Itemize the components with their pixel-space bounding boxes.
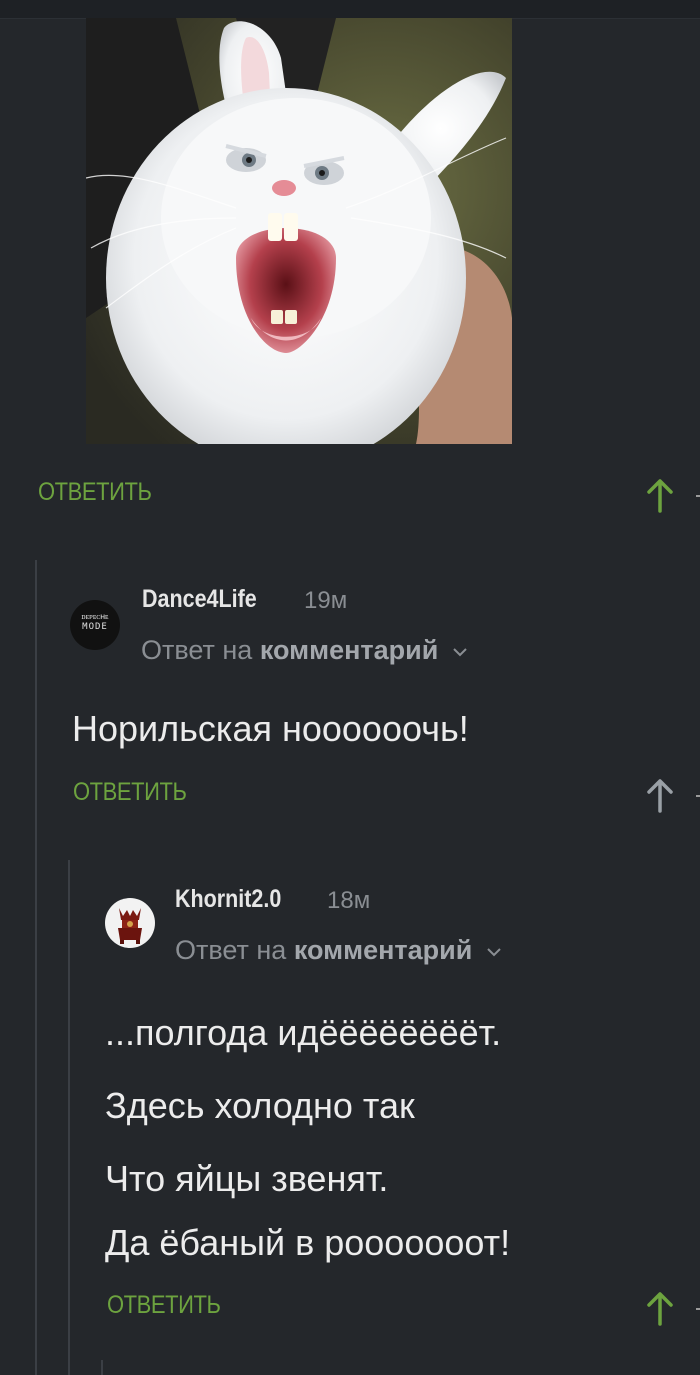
- thread-line-nested-deep: [101, 1360, 103, 1375]
- comment-text-line: Да ёбаный в рооооооот!: [105, 1222, 511, 1263]
- throne-icon: [118, 908, 142, 944]
- username[interactable]: Dance4Life: [142, 585, 257, 614]
- chevron-down-icon[interactable]: [486, 946, 502, 958]
- comment-text-line: Что яйцы звенят.: [105, 1158, 389, 1199]
- reply-button[interactable]: ОТВЕТИТЬ: [73, 778, 187, 807]
- thread-line-nested: [68, 860, 70, 1375]
- reply-to-line: Ответ на комментарий: [175, 935, 502, 966]
- more-indicator: [696, 1308, 700, 1310]
- comment-text-line: Здесь холодно так: [105, 1085, 415, 1126]
- up-arrow-icon[interactable]: [645, 777, 675, 817]
- avatar-logo-line2: MODE: [82, 622, 108, 632]
- reply-to-prefix: Ответ на: [175, 935, 287, 965]
- up-arrow-icon[interactable]: [645, 1290, 675, 1330]
- reply-to-link[interactable]: комментарий: [260, 635, 439, 665]
- top-bar: [0, 0, 700, 19]
- avatar-logo-line1: ᴅᴇᴘᴇᴄʜᴇ: [81, 612, 109, 621]
- reply-to-line: Ответ на комментарий: [141, 635, 468, 666]
- reply-button[interactable]: ОТВЕТИТЬ: [38, 478, 152, 507]
- post-image[interactable]: [86, 18, 512, 444]
- avatar[interactable]: ᴅᴇᴘᴇᴄʜᴇ MODE: [70, 600, 120, 650]
- comment-text: Норильская ноооооочь!: [72, 708, 469, 749]
- reply-to-prefix: Ответ на: [141, 635, 253, 665]
- up-arrow-icon[interactable]: [645, 477, 675, 517]
- more-indicator: [696, 495, 700, 497]
- reply-to-link[interactable]: комментарий: [294, 935, 473, 965]
- thread-line: [35, 560, 37, 1375]
- comment-time: 19м: [304, 587, 348, 614]
- comment-text-line: ...полгода идёёёёёёёёт.: [105, 1012, 502, 1053]
- chevron-down-icon[interactable]: [452, 646, 468, 658]
- more-indicator: [696, 795, 700, 797]
- comment-time: 18м: [327, 887, 371, 914]
- avatar[interactable]: [105, 898, 155, 948]
- reply-button[interactable]: ОТВЕТИТЬ: [107, 1291, 221, 1320]
- username[interactable]: Khornit2.0: [175, 885, 281, 914]
